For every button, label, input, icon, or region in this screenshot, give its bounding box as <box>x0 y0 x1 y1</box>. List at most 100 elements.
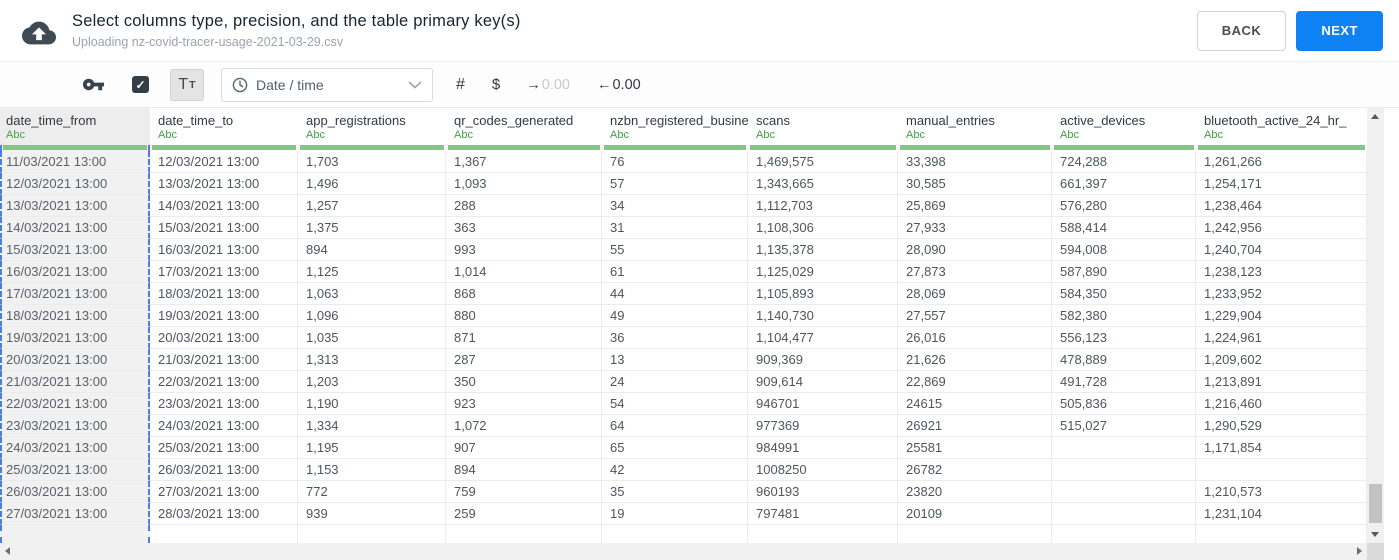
table-cell[interactable]: 15/03/2021 13:00 <box>0 239 150 261</box>
table-cell[interactable]: 909,369 <box>748 349 898 371</box>
table-cell[interactable]: 1,209,602 <box>1196 349 1367 371</box>
table-cell[interactable]: 12/03/2021 13:00 <box>150 151 298 173</box>
table-cell[interactable]: 1,238,123 <box>1196 261 1367 283</box>
column-header-active_devices[interactable]: active_devices Abc <box>1052 108 1196 145</box>
table-cell[interactable]: 1,063 <box>298 283 446 305</box>
column-header-date_time_from[interactable]: date_time_from Abc <box>0 108 150 145</box>
table-cell[interactable]: 594,008 <box>1052 239 1196 261</box>
table-cell[interactable]: 18/03/2021 13:00 <box>150 283 298 305</box>
table-cell[interactable]: 1,261,266 <box>1196 151 1367 173</box>
table-cell[interactable]: 23/03/2021 13:00 <box>150 393 298 415</box>
table-cell[interactable]: 76 <box>602 151 748 173</box>
scroll-left-arrow-icon[interactable] <box>5 547 10 555</box>
table-cell[interactable]: 1,105,893 <box>748 283 898 305</box>
table-cell[interactable]: 21/03/2021 13:00 <box>0 371 150 393</box>
scroll-up-arrow-icon[interactable] <box>1371 114 1379 119</box>
table-cell[interactable]: 22/03/2021 13:00 <box>150 371 298 393</box>
table-cell[interactable]: 34 <box>602 195 748 217</box>
table-cell[interactable]: 26/03/2021 13:00 <box>150 459 298 481</box>
table-cell[interactable] <box>1052 503 1196 525</box>
table-cell[interactable]: 1,343,665 <box>748 173 898 195</box>
table-cell[interactable]: 871 <box>446 327 602 349</box>
table-cell[interactable]: 259 <box>446 503 602 525</box>
table-cell[interactable]: 946701 <box>748 393 898 415</box>
primary-key-icon[interactable] <box>82 73 105 96</box>
table-cell[interactable]: 21/03/2021 13:00 <box>150 349 298 371</box>
table-cell[interactable]: 759 <box>446 481 602 503</box>
table-cell[interactable]: 515,027 <box>1052 415 1196 437</box>
table-cell[interactable]: 23820 <box>898 481 1052 503</box>
table-cell[interactable]: 1,171,854 <box>1196 437 1367 459</box>
text-type-button[interactable]: T T <box>170 68 204 101</box>
table-cell[interactable]: 1,216,460 <box>1196 393 1367 415</box>
table-cell[interactable]: 984991 <box>748 437 898 459</box>
column-type-dropdown[interactable]: Date / time <box>221 67 433 102</box>
table-cell[interactable]: 1,140,730 <box>748 305 898 327</box>
table-cell[interactable]: 587,890 <box>1052 261 1196 283</box>
table-cell[interactable]: 35 <box>602 481 748 503</box>
table-cell[interactable]: 19/03/2021 13:00 <box>150 305 298 327</box>
table-cell[interactable]: 25,869 <box>898 195 1052 217</box>
table-cell[interactable]: 993 <box>446 239 602 261</box>
table-cell[interactable]: 1,367 <box>446 151 602 173</box>
column-header-scans[interactable]: scans Abc <box>748 108 898 145</box>
table-cell[interactable]: 1,238,464 <box>1196 195 1367 217</box>
table-cell[interactable]: 26782 <box>898 459 1052 481</box>
table-cell[interactable]: 26/03/2021 13:00 <box>0 481 150 503</box>
table-cell[interactable]: 939 <box>298 503 446 525</box>
table-cell[interactable]: 1,112,703 <box>748 195 898 217</box>
table-cell[interactable]: 661,397 <box>1052 173 1196 195</box>
table-cell[interactable]: 1,496 <box>298 173 446 195</box>
table-cell[interactable]: 977369 <box>748 415 898 437</box>
table-cell[interactable]: 350 <box>446 371 602 393</box>
table-cell[interactable]: 288 <box>446 195 602 217</box>
table-cell[interactable]: 1,135,378 <box>748 239 898 261</box>
table-cell[interactable]: 54 <box>602 393 748 415</box>
table-cell[interactable]: 27,933 <box>898 217 1052 239</box>
table-cell[interactable]: 797481 <box>748 503 898 525</box>
table-cell[interactable]: 584,350 <box>1052 283 1196 305</box>
table-cell[interactable]: 26921 <box>898 415 1052 437</box>
vertical-scrollbar-thumb[interactable] <box>1369 484 1382 523</box>
table-cell[interactable]: 1,313 <box>298 349 446 371</box>
table-cell[interactable]: 772 <box>298 481 446 503</box>
table-cell[interactable]: 14/03/2021 13:00 <box>150 195 298 217</box>
table-cell[interactable]: 1,224,961 <box>1196 327 1367 349</box>
table-cell[interactable]: 16/03/2021 13:00 <box>150 239 298 261</box>
table-cell[interactable]: 57 <box>602 173 748 195</box>
table-cell[interactable]: 16/03/2021 13:00 <box>0 261 150 283</box>
table-cell[interactable]: 1,469,575 <box>748 151 898 173</box>
table-cell[interactable] <box>1052 437 1196 459</box>
table-cell[interactable]: 27,873 <box>898 261 1052 283</box>
table-cell[interactable]: 25/03/2021 13:00 <box>150 437 298 459</box>
table-cell[interactable]: 36 <box>602 327 748 349</box>
table-cell[interactable]: 907 <box>446 437 602 459</box>
table-cell[interactable]: 894 <box>446 459 602 481</box>
vertical-scrollbar[interactable] <box>1367 108 1384 543</box>
table-cell[interactable]: 1,125 <box>298 261 446 283</box>
table-cell[interactable]: 556,123 <box>1052 327 1196 349</box>
table-cell[interactable]: 25/03/2021 13:00 <box>0 459 150 481</box>
table-cell[interactable]: 1,233,952 <box>1196 283 1367 305</box>
table-cell[interactable]: 909,614 <box>748 371 898 393</box>
table-cell[interactable]: 1,014 <box>446 261 602 283</box>
table-cell[interactable]: 12/03/2021 13:00 <box>0 173 150 195</box>
table-cell[interactable]: 27/03/2021 13:00 <box>0 503 150 525</box>
decimal-increase-button[interactable]: → 0.00 <box>526 77 570 93</box>
table-cell[interactable]: 1,203 <box>298 371 446 393</box>
table-cell[interactable]: 576,280 <box>1052 195 1196 217</box>
table-cell[interactable]: 17/03/2021 13:00 <box>0 283 150 305</box>
column-header-app_registrations[interactable]: app_registrations Abc <box>298 108 446 145</box>
table-cell[interactable]: 13/03/2021 13:00 <box>150 173 298 195</box>
table-cell[interactable]: 27,557 <box>898 305 1052 327</box>
table-cell[interactable] <box>1052 481 1196 503</box>
column-header-bluetooth_active_24_hr_[interactable]: bluetooth_active_24_hr_ Abc <box>1196 108 1367 145</box>
table-cell[interactable]: 25581 <box>898 437 1052 459</box>
horizontal-scrollbar[interactable] <box>0 543 1367 560</box>
table-cell[interactable]: 61 <box>602 261 748 283</box>
table-cell[interactable]: 33,398 <box>898 151 1052 173</box>
scroll-down-arrow-icon[interactable] <box>1371 532 1379 537</box>
number-type-button[interactable]: # <box>456 76 465 94</box>
table-cell[interactable]: 1,257 <box>298 195 446 217</box>
table-cell[interactable]: 20/03/2021 13:00 <box>0 349 150 371</box>
